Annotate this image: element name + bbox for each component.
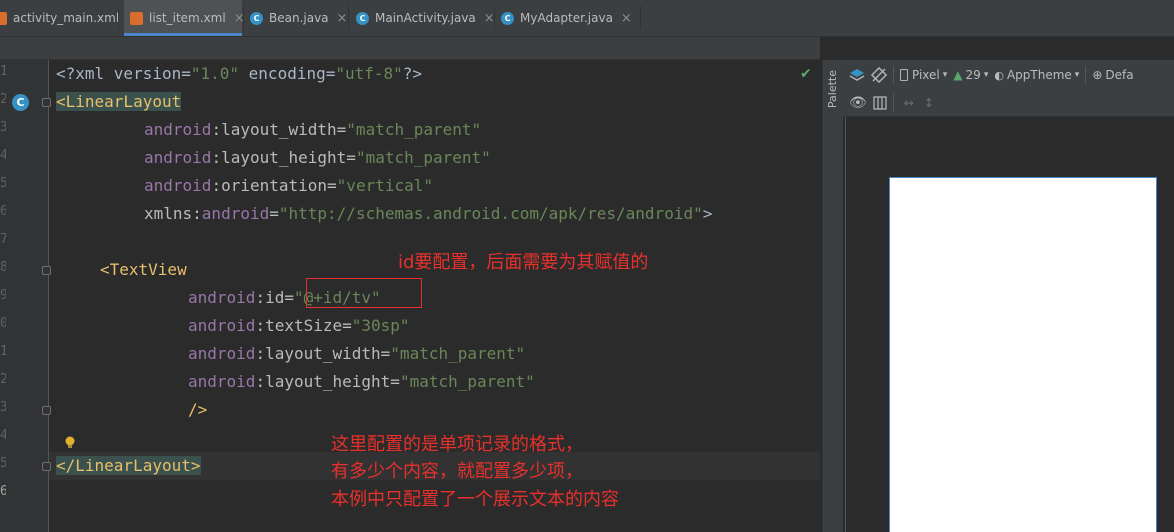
class-icon: C [356,11,369,25]
editor-tab-bar: activity_main.xml list_item.xml × C Bean… [0,0,1174,37]
layers-icon[interactable] [849,67,865,83]
highlight-box [306,278,422,308]
line-number: 1 [0,64,6,79]
theme-icon: ◐ [994,68,1004,82]
code-line: android:textSize="30sp" [188,316,410,335]
xml-file-icon [130,11,143,25]
code-line: xmlns:android="http://schemas.android.co… [144,204,713,223]
code-line: <TextView [100,260,187,279]
code-line: android:layout_width="match_parent" [188,344,526,363]
locale-label: Defa [1105,68,1134,82]
chevron-down-icon: ▾ [942,70,948,80]
fold-marker-icon[interactable] [42,266,51,275]
code-line: /> [188,400,208,419]
canvas-divider [845,117,846,532]
line-number: 6 [0,484,6,499]
fold-marker-icon[interactable] [42,406,51,415]
line-number: 4 [0,428,6,443]
chevron-down-icon: ▾ [1074,70,1080,80]
tab-label: list_item.xml [149,11,226,25]
code-line: android:layout_height="match_parent" [188,372,535,391]
palette-side-tab[interactable]: Palette [822,60,844,532]
line-number-gutter: 1 2 3 4 5 6 7 8 9 0 1 2 3 4 5 6 C [0,60,49,532]
palette-label: Palette [826,70,839,109]
device-selector[interactable]: Pixel ▾ [900,68,947,82]
fold-marker-icon[interactable] [42,462,51,471]
code-line: android:orientation="vertical" [144,176,433,195]
line-number: 2 [0,92,6,107]
device-label: Pixel [912,68,940,82]
globe-icon: ⊕ [1092,68,1103,82]
line-number: 4 [0,148,6,163]
tab-label: MainActivity.java [375,11,476,25]
annotation-format-note-3: 本例中只配置了一个展示文本的内容 [331,489,619,510]
line-number: 3 [0,120,6,135]
line-number: 6 [0,204,6,219]
line-number: 1 [0,344,6,359]
tab-activity-main-xml[interactable]: activity_main.xml [0,0,120,36]
code-line: android:layout_width="match_parent" [144,120,482,139]
api-level-selector[interactable]: ▲ 29 ▾ [953,68,988,82]
close-icon[interactable]: × [337,11,348,26]
blueprint-icon[interactable] [873,96,887,110]
lightbulb-icon[interactable] [64,436,76,450]
orientation-icon[interactable] [871,67,887,83]
locale-selector[interactable]: ⊕ Defa [1092,68,1133,82]
line-number: 5 [0,176,6,191]
line-number: 3 [0,400,6,415]
line-number: 5 [0,456,6,471]
class-icon: C [250,11,263,25]
code-editor[interactable]: 1 2 3 4 5 6 7 8 9 0 1 2 3 4 5 6 C ✔ <?xm… [0,60,820,532]
design-toolbar-secondary: 👁 ↔ ↕ [843,90,1174,117]
line-number: 9 [0,288,6,303]
chevron-down-icon: ▾ [983,70,989,80]
layout-preview[interactable] [889,177,1157,532]
theme-label: AppTheme [1006,68,1072,82]
annotation-id-note: id要配置，后面需要为其赋值的 [398,252,649,273]
annotation-format-note-2: 有多少个内容，就配置多少项， [331,461,583,482]
tab-list-item-xml[interactable]: list_item.xml × [124,0,245,36]
class-gutter-icon[interactable]: C [12,94,29,111]
close-icon[interactable]: × [621,11,632,26]
code-line: <?xml version="1.0" encoding="utf-8"?> [56,64,423,83]
fold-marker-icon[interactable] [42,98,51,107]
eye-icon[interactable]: 👁 [849,95,867,111]
check-icon: ✔ [800,66,812,82]
line-number: 7 [0,232,6,247]
tab-mainactivity-java[interactable]: C MainActivity.java × [356,0,496,36]
code-line: </LinearLayout> [56,456,201,475]
tab-bean-java[interactable]: C Bean.java × [250,0,348,36]
design-toolbar: Pixel ▾ ▲ 29 ▾ ◐ AppTheme ▾ ⊕ Defa [843,60,1174,90]
class-icon: C [501,11,514,25]
code-line: android:layout_height="match_parent" [144,148,491,167]
code-line: <LinearLayout [56,92,182,111]
tab-label: activity_main.xml [13,11,120,25]
line-number: 0 [0,316,6,331]
vertical-resize-icon[interactable]: ↕ [924,96,934,110]
tab-label: Bean.java [269,11,329,25]
tab-label: MyAdapter.java [520,11,613,25]
api-level-label: 29 [965,68,981,82]
phone-icon [900,69,908,81]
line-number: 2 [0,372,6,387]
tab-myadapter-java[interactable]: C MyAdapter.java × [501,0,641,36]
android-icon: ▲ [953,68,963,82]
annotation-format-note-1: 这里配置的是单项记录的格式， [331,434,583,455]
line-number: 8 [0,260,6,275]
horizontal-resize-icon[interactable]: ↔ [904,96,914,110]
theme-selector[interactable]: ◐ AppTheme ▾ [994,68,1079,82]
editor-breadcrumb-strip [0,37,820,60]
xml-file-icon [0,11,7,25]
